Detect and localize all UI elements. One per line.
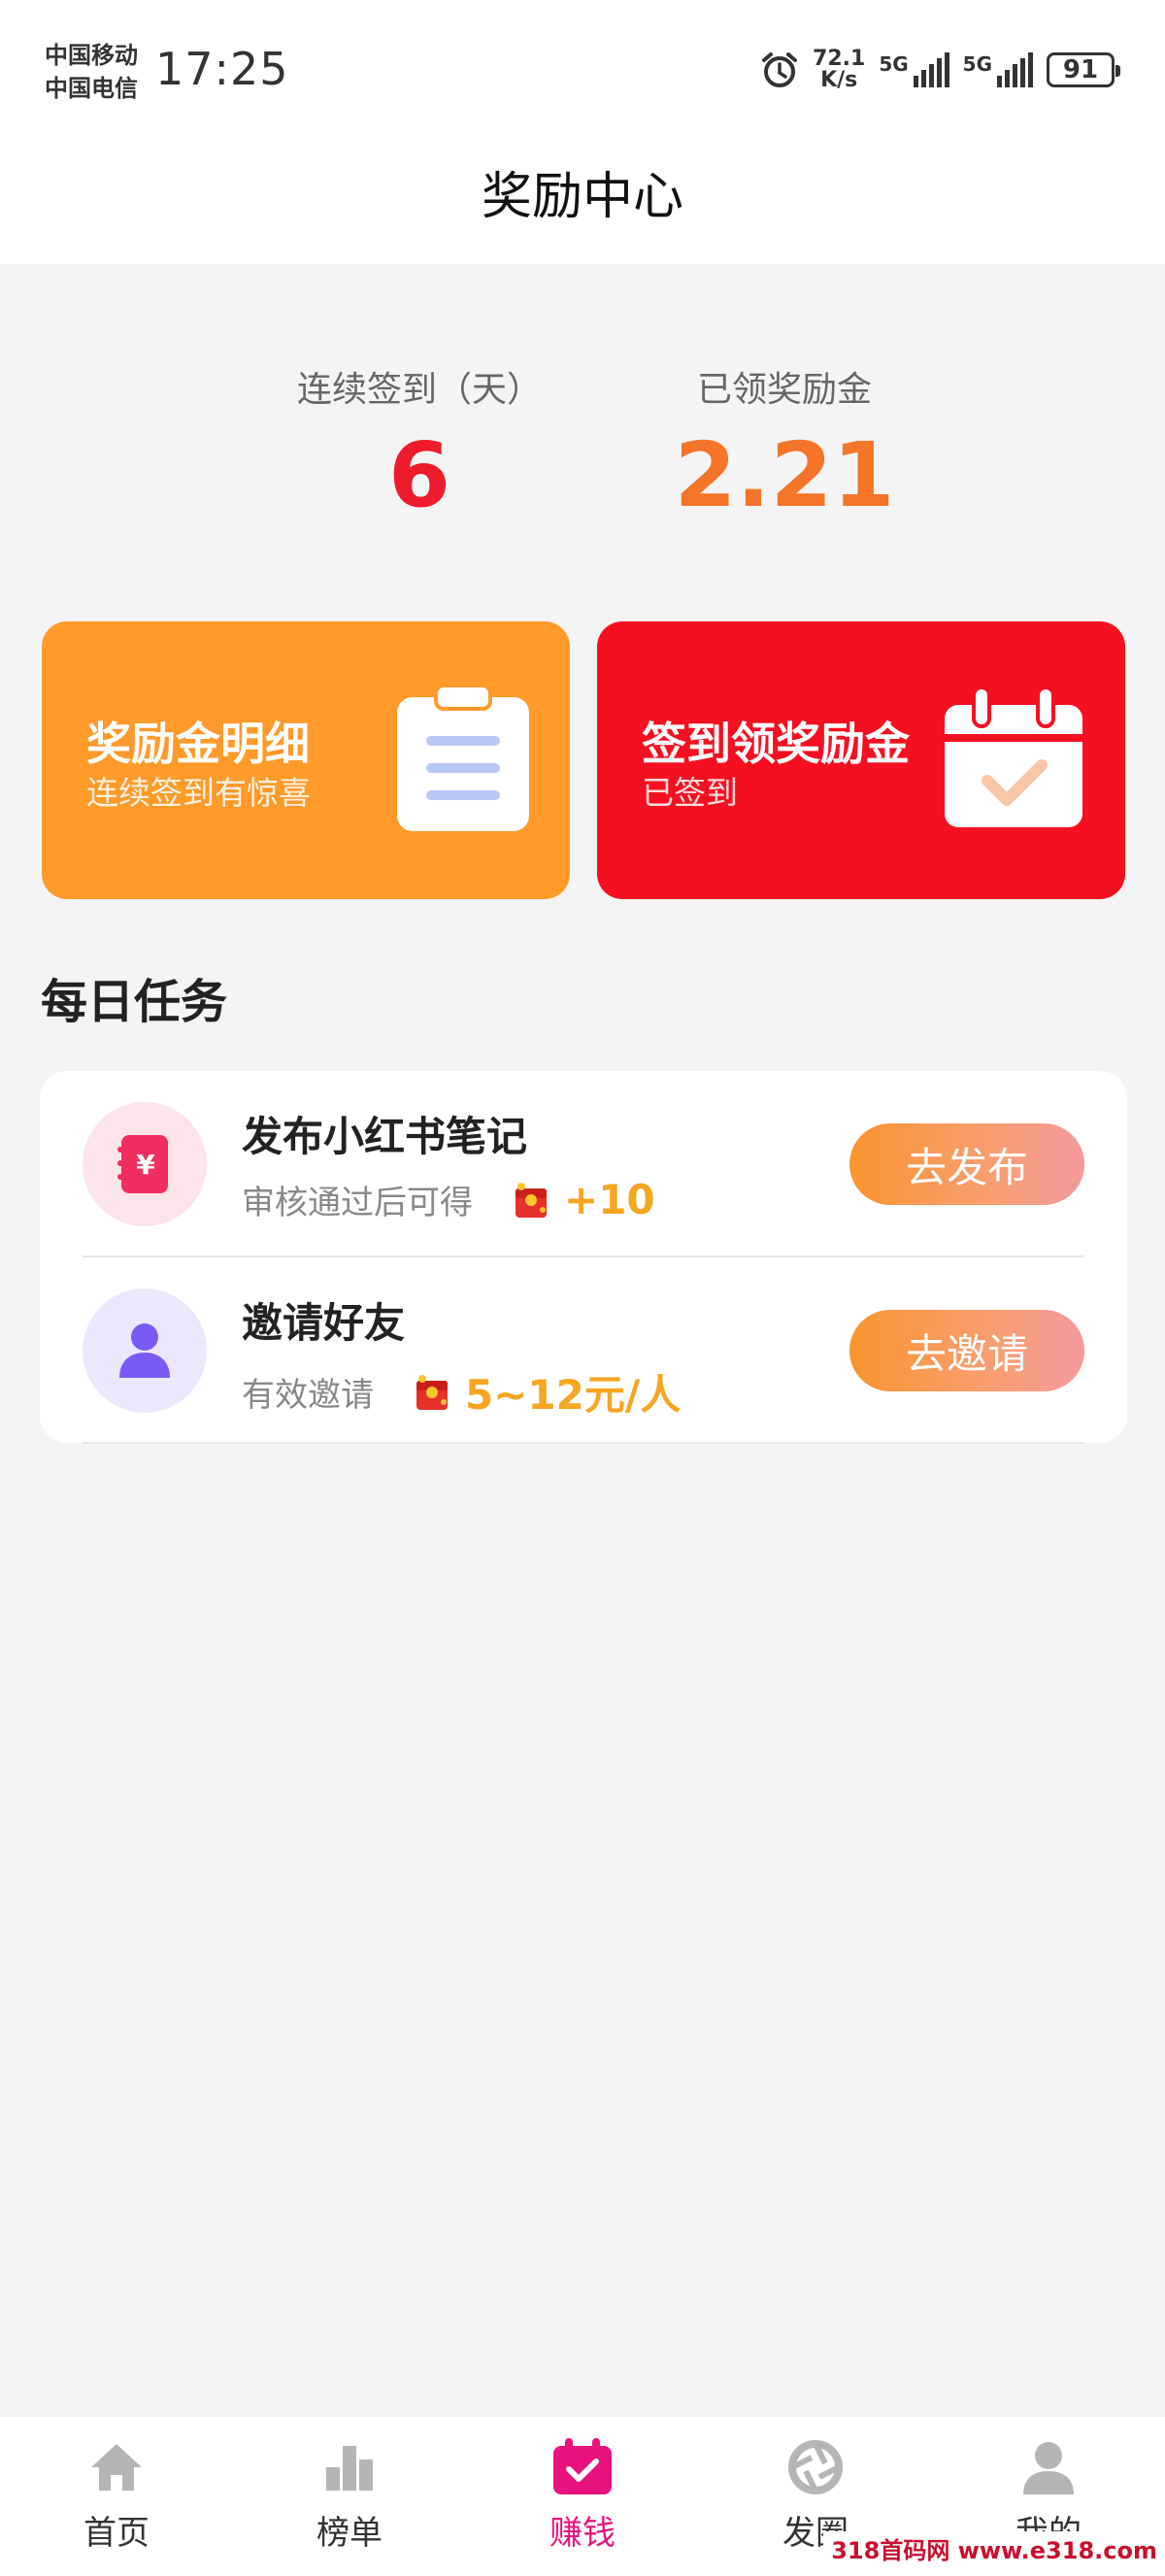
invite-task-avatar [83,1288,207,1413]
task-list: ¥ 发布小红书笔记 审核通过后可得 +10 去发布 邀请好友 有效邀请 5~12… [40,1071,1127,1444]
red-packet-icon [416,1374,448,1410]
reward-details-title: 奖励金明细 [86,718,310,770]
task-description: 有效邀请 5~12元/人 [242,1362,681,1422]
stat-days-value: 6 [387,423,450,527]
user-icon [119,1323,170,1378]
tab-label: 榜单 [316,2514,383,2553]
alarm-icon [762,52,798,87]
carrier-info: 中国移动 中国电信 [45,39,138,105]
status-icons: 72.1 K/s 5G 5G 91 [760,49,1120,91]
page-title: 奖励中心 [481,168,683,226]
stat-reward-label: 已领奖励金 [696,370,872,410]
tab-earn[interactable]: 赚钱 [466,2417,699,2576]
tab-ranking[interactable]: 榜单 [233,2417,466,2576]
status-bar: 中国移动 中国电信 17:25 72.1 K/s 5G 5G 91 [0,0,1165,146]
task-title: 发布小红书笔记 [242,1113,528,1160]
signal-1-label: 5G [879,52,909,76]
checkin-card[interactable]: 签到领奖励金 已签到 [597,621,1125,899]
network-speed: 72.1 K/s [813,49,865,91]
task-reward-amount: +10 [564,1176,655,1223]
aperture-icon [788,2440,843,2494]
reward-details-subtitle: 连续签到有惊喜 [86,774,311,812]
checkin-title: 签到领奖励金 [642,718,910,770]
battery-icon: 91 [1047,52,1120,87]
task-row-publish-note: ¥ 发布小红书笔记 审核通过后可得 +10 去发布 [83,1071,1084,1257]
task-desc-text: 有效邀请 [242,1376,374,1415]
task-desc-text: 审核通过后可得 [242,1184,473,1222]
clipboard-icon [397,686,529,831]
task-title: 邀请好友 [242,1299,406,1347]
svg-text:¥: ¥ [136,1149,155,1181]
watermark: 318首码网 www.e318.com [823,2531,1165,2565]
tab-home[interactable]: 首页 [0,2417,233,2576]
bar-chart-icon [326,2446,373,2491]
invite-button[interactable]: 去邀请 [849,1310,1084,1391]
checkin-subtitle: 已签到 [642,774,738,812]
task-description: 审核通过后可得 +10 [242,1176,655,1223]
signal-1-icon: 5G [879,52,949,87]
calendar-check-icon [553,2438,612,2494]
note-task-avatar: ¥ [83,1102,207,1226]
task-row-invite-friends: 邀请好友 有效邀请 5~12元/人 去邀请 [83,1257,1084,1444]
stat-reward-received: 已领奖励金 2.21 [610,361,959,520]
clock: 17:25 [155,43,289,95]
speed-value: 72.1 [813,47,866,71]
stat-days-label: 连续签到（天） [296,370,542,410]
carrier-1: 中国移动 [45,42,138,69]
user-icon [1023,2442,1074,2494]
signal-2-icon: 5G [963,52,1033,87]
daily-tasks-title: 每日任务 [41,975,228,1029]
publish-button[interactable]: 去发布 [849,1123,1084,1205]
tab-label: 赚钱 [549,2514,616,2553]
reward-details-card[interactable]: 奖励金明细 连续签到有惊喜 [42,621,570,899]
carrier-2: 中国电信 [45,75,138,102]
stat-reward-value: 2.21 [674,423,895,527]
red-packet-icon [516,1182,547,1218]
calendar-check-icon [945,686,1082,827]
speed-unit: K/s [820,68,858,92]
tab-label: 首页 [83,2514,150,2553]
task-reward-amount: 5~12元/人 [465,1371,682,1419]
stat-checkin-days: 连续签到（天） 6 [245,361,594,520]
red-notebook-icon: ¥ [117,1135,168,1193]
signal-2-label: 5G [962,52,992,76]
home-icon [91,2444,142,2491]
